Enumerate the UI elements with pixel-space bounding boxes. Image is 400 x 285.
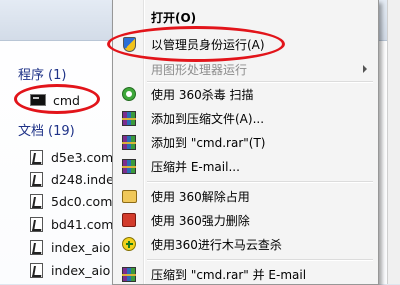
document-item[interactable]: 5dc0.com (30, 191, 112, 211)
program-item-cmd[interactable]: cmd (30, 90, 80, 110)
cmd-icon (30, 94, 46, 106)
winrar-icon (121, 158, 137, 174)
document-label: 5dc0.com (51, 193, 113, 209)
document-item[interactable]: bd41.com (30, 214, 113, 234)
menu-item-open[interactable]: 打开(O) (115, 6, 375, 28)
menu-item-label: 打开(O) (151, 10, 197, 25)
documents-count: (19) (48, 124, 75, 139)
menu-item-add-to-cmd-rar[interactable]: 添加到 "cmd.rar"(T) (115, 131, 375, 153)
winrar-icon (121, 110, 137, 126)
menu-item-360-force-delete[interactable]: 使用 360强力删除 (115, 209, 375, 231)
menu-item-label: 用图形处理器运行 (151, 62, 248, 77)
uac-shield-icon (121, 36, 137, 52)
document-icon (30, 149, 43, 165)
menu-item-label: 压缩到 "cmd.rar" 并 E-mail (151, 267, 307, 282)
document-icon (30, 171, 43, 187)
blank-icon (121, 9, 137, 25)
document-label: bd41.com (51, 216, 114, 232)
menu-item-label: 添加到 "cmd.rar"(T) (151, 135, 266, 150)
programs-count: (1) (48, 68, 67, 83)
document-label: index_aio (51, 239, 111, 255)
menu-separator (147, 181, 373, 183)
menu-item-label: 以管理员身份运行(A) (151, 37, 265, 52)
menu-item-label: 使用 360强力删除 (151, 213, 250, 228)
document-item[interactable]: d248.inde (30, 169, 114, 189)
menu-item-run-as-admin[interactable]: 以管理员身份运行(A) (115, 33, 375, 55)
menu-item-360-trojan-scan[interactable]: 使用360进行木马云查杀 (115, 233, 375, 255)
unlock-icon (121, 188, 137, 204)
blank-icon (121, 61, 137, 77)
document-icon (30, 262, 43, 278)
menu-item-add-to-archive[interactable]: 添加到压缩文件(A)... (115, 107, 375, 129)
document-item[interactable]: index_aio (30, 237, 110, 257)
menu-item-label: 添加到压缩文件(A)... (151, 111, 265, 126)
programs-header-label: 程序 (18, 68, 45, 83)
menu-item-compress-to-cmd-rar-email[interactable]: 压缩到 "cmd.rar" 并 E-mail (115, 263, 375, 285)
menu-item-360-scan[interactable]: 使用 360杀毒 扫描 (115, 83, 375, 105)
document-label: index_aio (51, 262, 111, 278)
programs-group-header[interactable]: 程序 (1) (18, 64, 66, 83)
scrollbar[interactable] (387, 0, 400, 284)
menu-item-label: 使用360进行木马云查杀 (151, 237, 282, 252)
document-icon (30, 193, 43, 209)
documents-header-label: 文档 (18, 124, 45, 139)
360-antivirus-icon (121, 86, 137, 102)
document-icon (30, 239, 43, 255)
documents-group-header[interactable]: 文档 (19) (18, 120, 75, 139)
document-label: d5e3.com (51, 149, 114, 165)
winrar-icon (121, 134, 137, 150)
menu-item-label: 使用 360杀毒 扫描 (151, 87, 254, 102)
menu-item-run-with-gpu[interactable]: 用图形处理器运行 (115, 58, 375, 80)
shred-icon (121, 212, 137, 228)
menu-item-compress-and-email[interactable]: 压缩并 E-mail... (115, 155, 375, 177)
menu-separator (147, 259, 373, 261)
document-item[interactable]: d5e3.com (30, 147, 113, 167)
menu-item-label: 使用 360解除占用 (151, 189, 250, 204)
document-item[interactable]: index_aio (30, 260, 110, 280)
context-menu: 打开(O) 以管理员身份运行(A) 用图形处理器运行 使用 360杀毒 扫描 添… (107, 0, 379, 285)
document-label: d248.inde (51, 171, 114, 187)
menu-item-label: 压缩并 E-mail... (151, 159, 240, 174)
winrar-icon (121, 266, 137, 282)
submenu-arrow-icon (363, 65, 367, 73)
menu-item-360-unlock[interactable]: 使用 360解除占用 (115, 185, 375, 207)
program-item-label: cmd (53, 92, 80, 108)
document-icon (30, 216, 43, 232)
trojan-scan-icon (121, 236, 137, 252)
